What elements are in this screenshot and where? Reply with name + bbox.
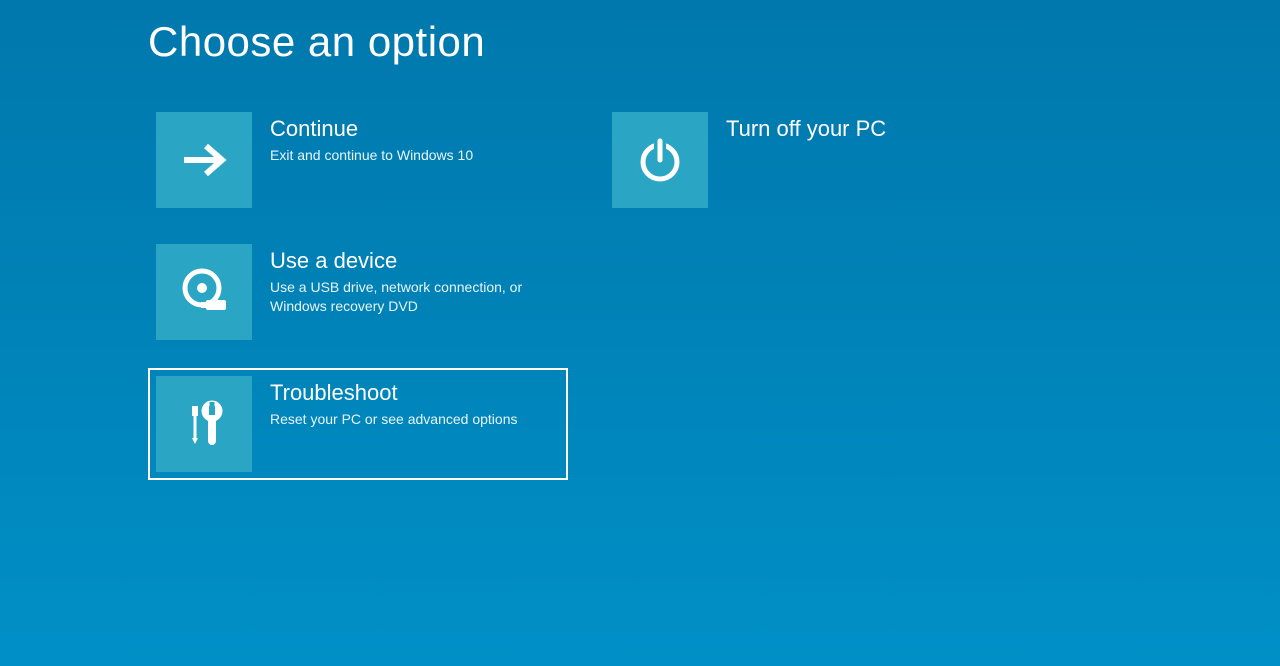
- options-grid: Continue Exit and continue to Windows 10…: [148, 104, 1280, 480]
- power-icon: [612, 112, 708, 208]
- turn-off-text: Turn off your PC: [708, 112, 886, 146]
- disc-usb-icon: [156, 244, 252, 340]
- use-device-option[interactable]: Use a device Use a USB drive, network co…: [148, 236, 568, 348]
- continue-title: Continue: [270, 116, 473, 142]
- arrow-right-icon: [156, 112, 252, 208]
- turn-off-option[interactable]: Turn off your PC: [604, 104, 1024, 216]
- turn-off-title: Turn off your PC: [726, 116, 886, 142]
- page-title: Choose an option: [148, 18, 1280, 66]
- use-device-subtitle: Use a USB drive, network connection, or …: [270, 278, 560, 316]
- continue-subtitle: Exit and continue to Windows 10: [270, 146, 473, 165]
- continue-option[interactable]: Continue Exit and continue to Windows 10: [148, 104, 568, 216]
- troubleshoot-title: Troubleshoot: [270, 380, 517, 406]
- troubleshoot-text: Troubleshoot Reset your PC or see advanc…: [252, 376, 517, 429]
- options-column-left: Continue Exit and continue to Windows 10…: [148, 104, 568, 480]
- use-device-text: Use a device Use a USB drive, network co…: [252, 244, 560, 316]
- troubleshoot-subtitle: Reset your PC or see advanced options: [270, 410, 517, 429]
- use-device-title: Use a device: [270, 248, 560, 274]
- troubleshoot-option[interactable]: Troubleshoot Reset your PC or see advanc…: [148, 368, 568, 480]
- options-column-right: Turn off your PC: [604, 104, 1024, 480]
- continue-text: Continue Exit and continue to Windows 10: [252, 112, 473, 165]
- tools-icon: [156, 376, 252, 472]
